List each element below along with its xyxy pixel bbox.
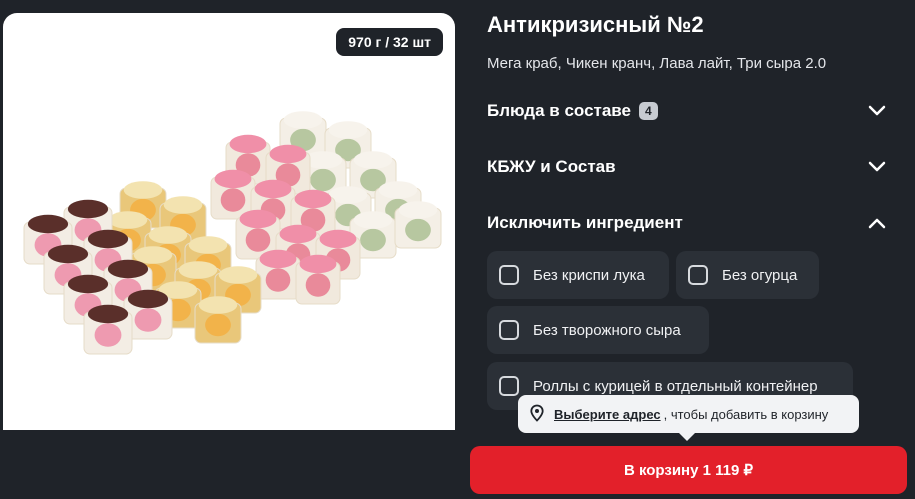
section-dishes[interactable]: Блюда в составе 4 (487, 96, 887, 126)
option-label: Роллы с курицей в отдельный контейнер (533, 377, 818, 395)
chevron-down-icon[interactable] (867, 101, 887, 121)
chevron-up-icon[interactable] (867, 213, 887, 233)
checkbox[interactable] (499, 320, 519, 340)
checkbox[interactable] (688, 265, 708, 285)
tooltip-arrow (678, 432, 696, 441)
choose-address-link[interactable]: Выберите адрес (554, 407, 661, 422)
address-tooltip: Выберите адрес , чтобы добавить в корзин… (518, 395, 859, 433)
section-dishes-label: Блюда в составе (487, 101, 631, 120)
product-subtitle: Мега краб, Чикен кранч, Лава лайт, Три с… (487, 55, 827, 72)
section-nutrition[interactable]: КБЖУ и Состав (487, 152, 887, 182)
option-no-cucumber[interactable]: Без огурца (676, 251, 819, 299)
option-label: Без криспи лука (533, 266, 645, 284)
checkbox[interactable] (499, 376, 519, 396)
chevron-down-icon[interactable] (867, 157, 887, 177)
location-pin-icon (528, 404, 546, 425)
add-to-cart-button[interactable]: В корзину 1 119 ₽ (470, 446, 907, 494)
option-label: Без огурца (722, 266, 798, 284)
option-label: Без творожного сыра (533, 321, 681, 339)
option-no-crispy-onion[interactable]: Без криспи лука (487, 251, 669, 299)
sushi-set-image (23, 111, 442, 355)
section-nutrition-label: КБЖУ и Состав (487, 157, 616, 176)
option-no-cream-cheese[interactable]: Без творожного сыра (487, 306, 709, 354)
section-exclude-ingredient[interactable]: Исключить ингредиент (487, 208, 887, 238)
checkbox[interactable] (499, 265, 519, 285)
section-exclude-label: Исключить ингредиент (487, 213, 683, 232)
weight-badge: 970 г / 32 шт (336, 28, 443, 56)
product-image: 970 г / 32 шт (3, 13, 455, 430)
dishes-count-badge: 4 (639, 102, 658, 120)
tooltip-text: , чтобы добавить в корзину (663, 406, 829, 422)
product-title: Антикризисный №2 (487, 12, 704, 37)
